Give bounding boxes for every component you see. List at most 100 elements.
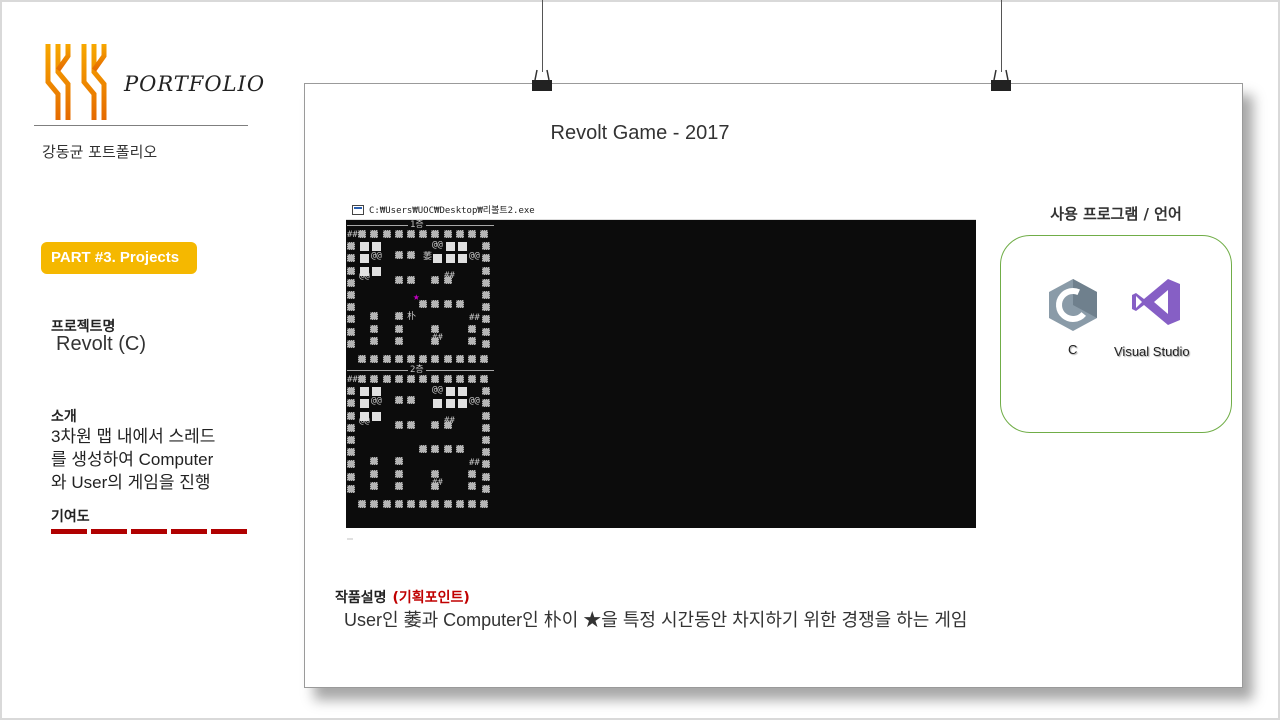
wall-cell	[394, 500, 403, 508]
wall-cell	[347, 315, 355, 324]
console-window: C:₩Users₩UOC₩Desktop₩리볼트2.exe 1층 2층 ★ 萎 …	[346, 200, 976, 540]
c-language-icon	[1049, 279, 1097, 331]
console-cursor	[347, 538, 353, 540]
wall-cell	[382, 355, 391, 363]
wall-cell	[358, 375, 367, 383]
console-titlebar[interactable]: C:₩Users₩UOC₩Desktop₩리볼트2.exe	[346, 200, 976, 220]
at-glyph: @@	[469, 396, 480, 406]
wall-cell	[394, 312, 403, 321]
wall-cell	[370, 469, 379, 478]
wall-cell	[407, 230, 415, 238]
wall-cell	[482, 436, 491, 444]
console-output: 1층 2층 ★ 萎 朴 ## ## ## ## ## ## ## ## @@ @…	[346, 220, 976, 540]
wall-cell	[394, 375, 403, 383]
wall-cell	[407, 396, 415, 405]
wall-cell	[431, 336, 440, 345]
wall-cell	[347, 327, 355, 336]
map-block	[360, 411, 370, 421]
floor1-label: 1층	[408, 220, 426, 230]
wall-cell	[347, 291, 355, 299]
wall-cell	[482, 266, 491, 275]
map-block	[372, 266, 382, 276]
wall-cell	[443, 500, 452, 508]
wall-cell	[482, 242, 491, 251]
map-block	[457, 242, 467, 252]
map-block	[445, 242, 455, 252]
wall-cell	[394, 469, 403, 478]
description-text: User인 萎과 Computer인 朴이 ★을 특정 시간동안 차지하기 위한…	[344, 610, 968, 630]
wall-cell	[482, 387, 491, 396]
console-path: C:₩Users₩UOC₩Desktop₩리볼트2.exe	[369, 206, 535, 216]
wall-cell	[347, 472, 355, 481]
wall-cell	[370, 324, 379, 333]
wall-cell	[431, 445, 440, 454]
wall-cell	[347, 436, 355, 444]
at-glyph: @@	[469, 251, 480, 261]
wall-cell	[419, 230, 428, 238]
binder-clip-icon	[532, 69, 552, 91]
wall-cell	[407, 500, 415, 508]
wall-cell	[468, 324, 476, 333]
wall-cell	[431, 275, 440, 284]
wall-cell	[382, 500, 391, 508]
wall-cell	[347, 242, 355, 251]
wall-cell	[443, 230, 452, 238]
hanging-wire-right	[1001, 0, 1002, 72]
wall-cell	[455, 500, 464, 508]
wall-cell	[394, 324, 403, 333]
wall-cell	[370, 355, 379, 363]
wall-cell	[407, 355, 415, 363]
wall-cell	[382, 230, 391, 238]
map-block	[445, 387, 455, 397]
wall-cell	[480, 355, 489, 363]
wall-cell	[394, 336, 403, 345]
wall-cell	[431, 355, 440, 363]
wall-cell	[407, 275, 415, 284]
wall-cell	[468, 336, 476, 345]
wall-cell	[482, 423, 491, 432]
contribution-bar	[211, 529, 247, 534]
tool-label-c: C	[1068, 342, 1078, 357]
hash-glyph: ##	[347, 375, 358, 385]
wall-cell	[431, 300, 440, 309]
console-window-icon	[352, 205, 364, 215]
wall-cell	[407, 420, 415, 429]
map-block	[360, 399, 370, 409]
wall-cell	[347, 399, 355, 408]
wall-cell	[394, 275, 403, 284]
intro-text: 3차원 맵 내에서 스레드 를 생성하여 Computer 와 User의 게임…	[51, 427, 216, 492]
user-glyph: 萎	[423, 252, 433, 262]
at-glyph: @@	[371, 396, 382, 406]
map-block	[372, 242, 382, 252]
wall-cell	[419, 300, 428, 309]
wall-cell	[419, 500, 428, 508]
wall-cell	[358, 230, 367, 238]
wall-cell	[347, 303, 355, 312]
wall-cell	[394, 481, 403, 490]
map-block	[360, 254, 370, 264]
wall-cell	[394, 457, 403, 466]
wall-cell	[347, 423, 355, 432]
visual-studio-icon	[1132, 279, 1180, 325]
wall-cell	[382, 375, 391, 383]
at-glyph: @@	[371, 251, 382, 261]
wall-cell	[370, 500, 379, 508]
wall-cell	[455, 300, 464, 309]
wall-cell	[443, 375, 452, 383]
program-box	[1000, 235, 1232, 433]
wall-cell	[407, 251, 415, 260]
wall-cell	[468, 355, 476, 363]
wall-cell	[468, 500, 476, 508]
wall-cell	[431, 230, 440, 238]
wall-cell	[482, 399, 491, 408]
wall-cell	[480, 500, 489, 508]
map-block	[360, 242, 370, 252]
map-block	[372, 387, 382, 397]
description-label-text: 작품설명	[335, 590, 387, 606]
wall-cell	[370, 375, 379, 383]
map-block	[372, 411, 382, 421]
wall-cell	[370, 481, 379, 490]
project-name-value: Revolt (C)	[56, 333, 147, 355]
wall-cell	[482, 327, 491, 336]
wall-cell	[370, 336, 379, 345]
